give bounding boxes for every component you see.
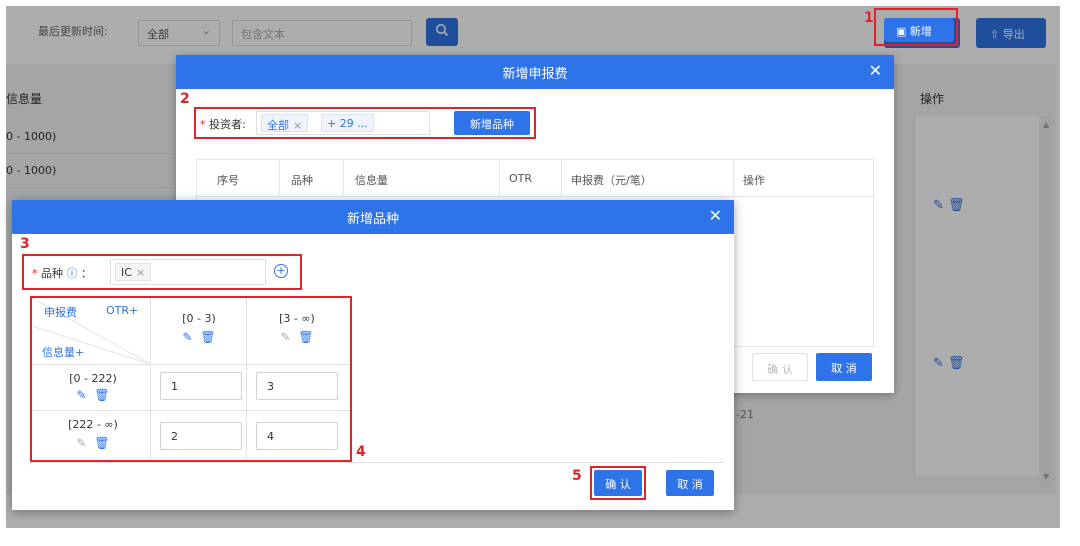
investor-tag: 全部 × [261,114,309,132]
edit-icon[interactable]: ✎ [76,388,86,402]
edit-icon[interactable]: ✎ [182,330,192,344]
column-header: 申报费（元/笔） [571,174,652,187]
add-variety-button[interactable]: 新增品种 [454,111,530,135]
otr-column-header: [0 - 3) [182,312,216,325]
variety-tag: IC × [115,263,152,281]
trash-icon[interactable]: 🗑 [298,330,313,344]
annotation-number-4: 4 [356,444,366,460]
fee-input[interactable]: 4 [256,422,338,450]
column-actions: ✎ 🗑 [252,330,342,344]
edit-icon[interactable]: ✎ [280,330,290,344]
close-icon[interactable]: ✕ [709,206,722,225]
help-icon[interactable]: ⓘ [67,267,78,280]
matrix-corner-fee: 申报费 [44,306,77,319]
column-header: 品种 [291,174,313,187]
table-footer-text: -21 [736,408,754,421]
annotation-number-1: 1 [864,10,874,26]
dialog-header: 新增品种 ✕ [12,200,734,234]
footer-divider [30,462,724,463]
info-row-header: [0 - 222) [69,372,117,385]
info-row-header: [222 - ∞) [68,418,118,431]
plus-circle-icon[interactable]: + [274,264,288,278]
column-header: 序号 [217,174,239,187]
add-button-highlighted[interactable]: ▣ 新增 [884,18,954,42]
add-document-icon: ▣ [896,25,907,38]
close-icon[interactable]: × [136,266,145,279]
investor-more-tag: + 29 ... [321,114,374,132]
trash-icon[interactable]: 🗑 [94,436,109,450]
column-header: OTR [509,172,533,185]
edit-icon[interactable]: ✎ [76,436,86,450]
fee-input[interactable]: 3 [256,372,338,400]
confirm-button-disabled[interactable]: 确 认 [752,353,808,381]
annotation-number-5: 5 [572,468,582,484]
variety-select[interactable]: IC × [110,259,266,285]
cancel-button[interactable]: 取 消 [666,470,714,496]
trash-icon[interactable]: 🗑 [200,330,215,344]
confirm-button[interactable]: 确 认 [594,470,642,496]
fee-input[interactable]: 1 [160,372,242,400]
otr-column-header: [3 - ∞) [279,312,315,325]
investor-select[interactable]: 全部 × + 29 ... [256,111,430,135]
cancel-button[interactable]: 取 消 [816,353,872,381]
matrix-corner-otr[interactable]: OTR+ [106,304,138,317]
variety-label: * 品种 ⓘ ： [32,267,92,280]
dialog-title: 新增品种 [346,212,399,227]
investor-label: * 投资者: [200,118,246,131]
column-header: 信息量 [355,174,388,187]
column-header: 操作 [743,174,765,187]
row-actions: ✎ 🗑 [48,436,138,450]
add-variety-dialog: 新增品种 ✕ 3 * 品种 ⓘ ： IC × + 4 申报费 OTR+ 信息量+ … [12,200,734,510]
row-actions: ✎ 🗑 [48,388,138,402]
matrix-corner-info[interactable]: 信息量+ [42,344,84,360]
annotation-number-3: 3 [20,236,30,252]
close-icon[interactable]: × [293,119,302,132]
fee-input[interactable]: 2 [160,422,242,450]
trash-icon[interactable]: 🗑 [94,388,109,402]
column-actions: ✎ 🗑 [154,330,244,344]
